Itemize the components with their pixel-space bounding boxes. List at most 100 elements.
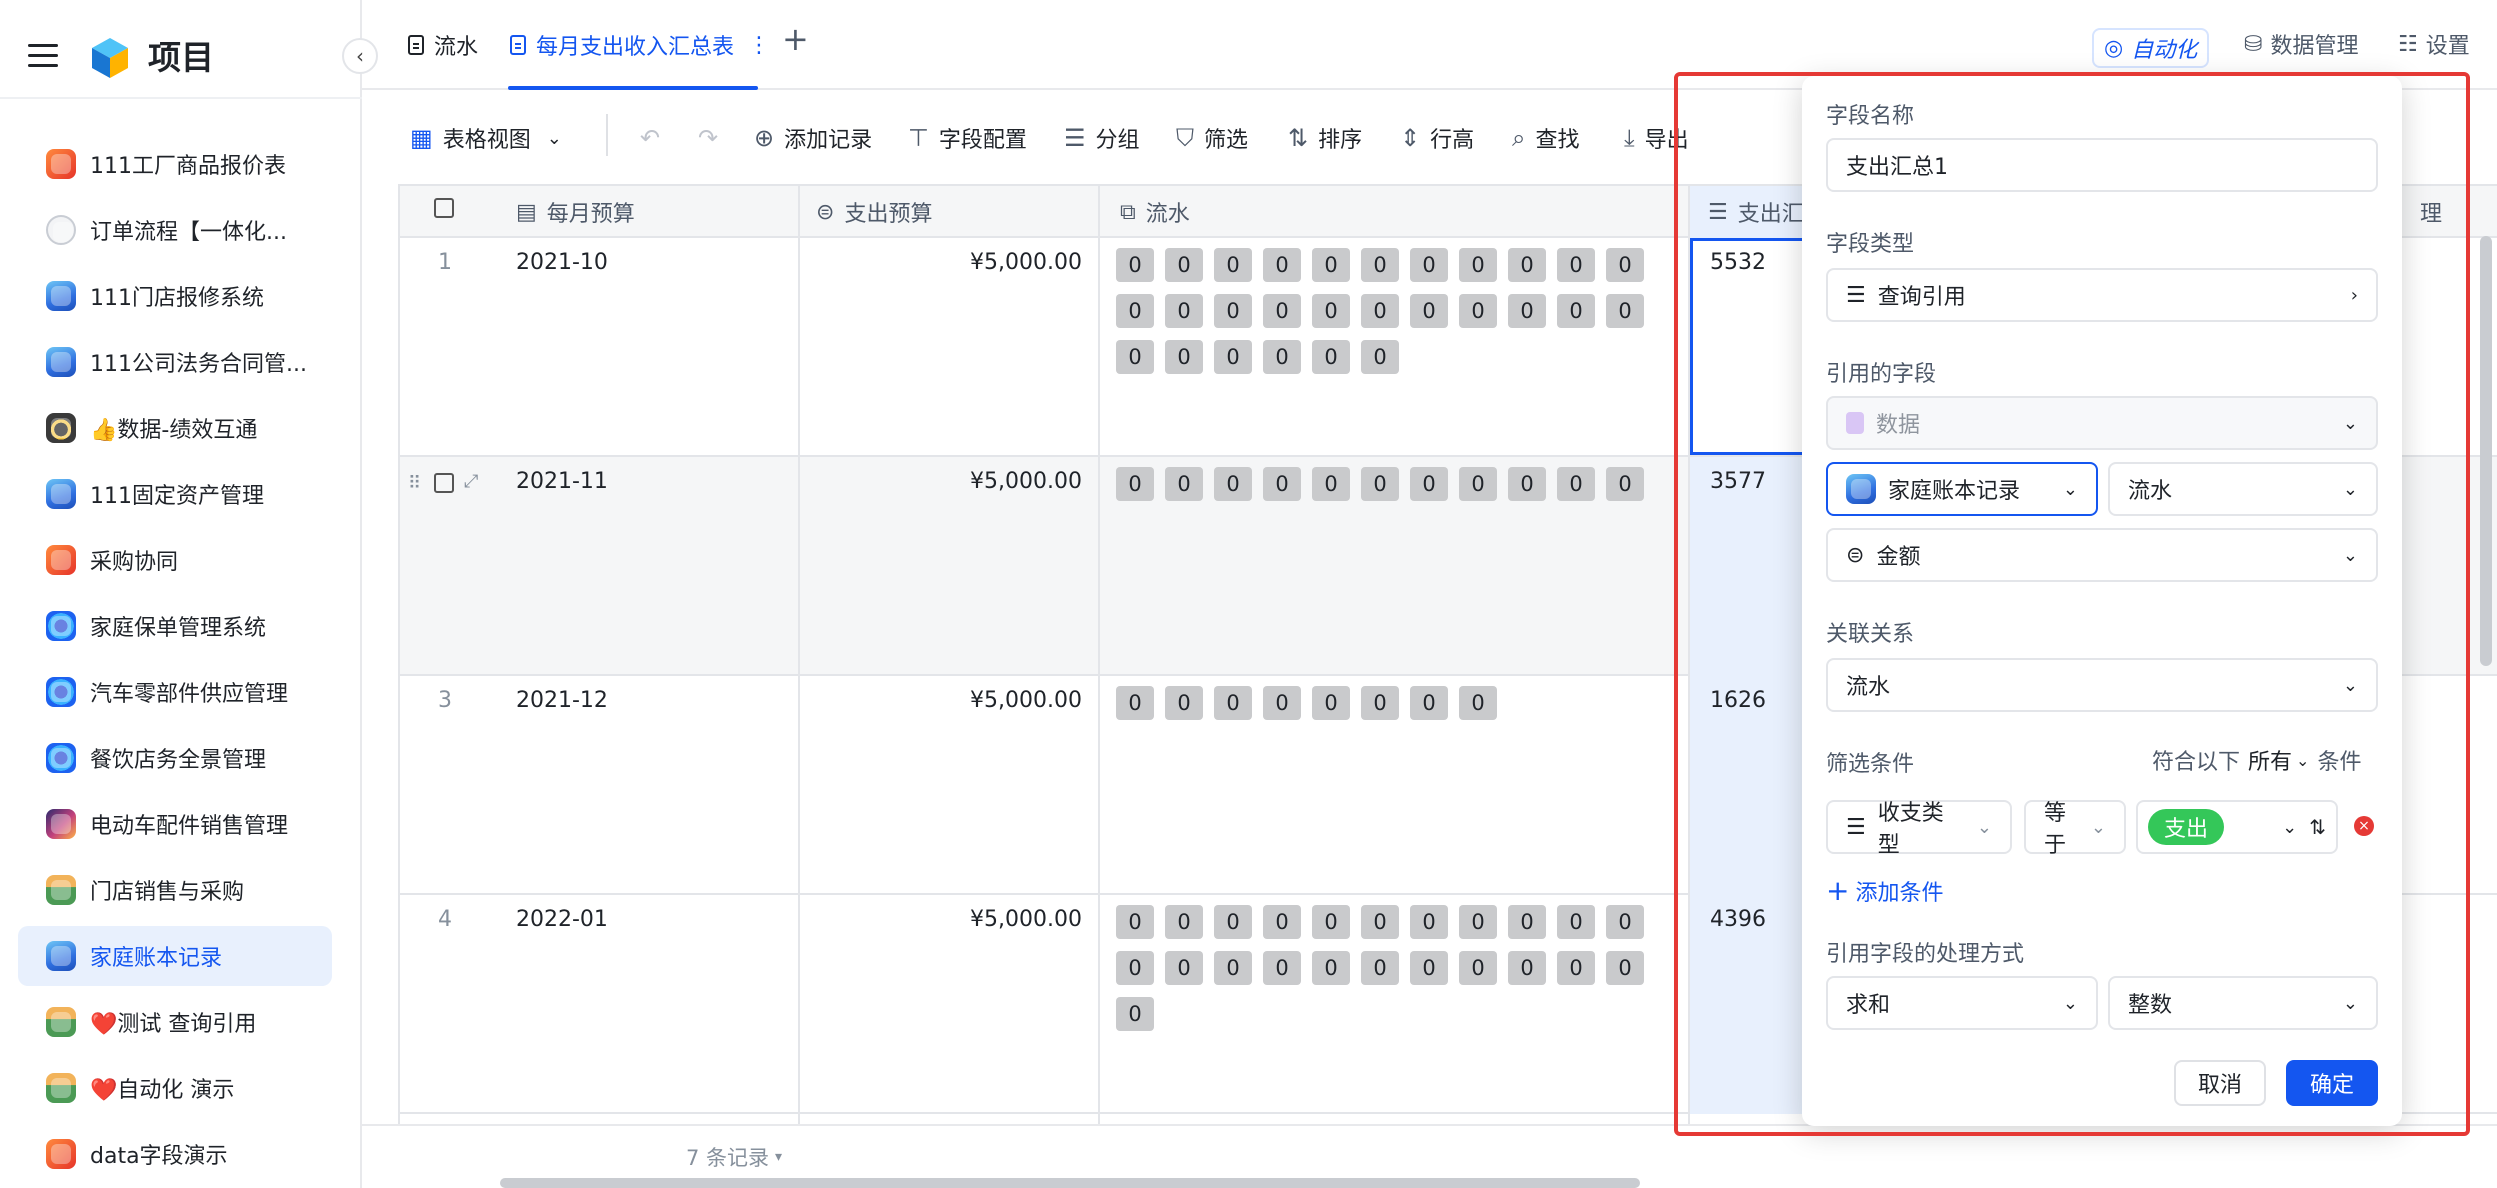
linked-record-chip[interactable]: 0 xyxy=(1606,905,1644,939)
field-name-input[interactable]: 支出汇总1 xyxy=(1826,138,2378,192)
cell-summary[interactable]: 3577 xyxy=(1710,469,1766,494)
cell-budget[interactable]: ¥5,000.00 xyxy=(800,907,1082,932)
linked-record-chip[interactable]: 0 xyxy=(1557,248,1595,282)
column-header-month[interactable]: ▤ 每月预算 xyxy=(516,196,635,228)
linked-record-chip[interactable]: 0 xyxy=(1263,248,1301,282)
cell-month[interactable]: 2021-10 xyxy=(516,250,608,275)
column-header-flow[interactable]: ⧉ 流水 xyxy=(1120,196,1190,228)
swap-icon[interactable]: ⇅ xyxy=(2309,815,2326,839)
automation-button[interactable]: ◎ 自动化 xyxy=(2092,28,2210,68)
linked-record-chip[interactable]: 0 xyxy=(1606,248,1644,282)
cell-month[interactable]: 2022-01 xyxy=(516,907,608,932)
remove-condition-icon[interactable]: × xyxy=(2354,816,2374,836)
settings-button[interactable]: ☷ 设置 xyxy=(2398,28,2470,60)
more-icon[interactable]: ⋮ xyxy=(748,33,770,58)
condition-value-select[interactable]: 支出 ⌄ ⇅ xyxy=(2136,800,2338,854)
linked-record-chip[interactable]: 0 xyxy=(1606,294,1644,328)
linked-record-chip[interactable]: 0 xyxy=(1508,248,1546,282)
linked-record-chip[interactable]: 0 xyxy=(1410,905,1448,939)
sidebar-item[interactable]: 采购协同 xyxy=(18,530,332,590)
linked-record-chip[interactable]: 0 xyxy=(1459,294,1497,328)
linked-record-chip[interactable]: 0 xyxy=(1116,686,1154,720)
linked-record-chip[interactable]: 0 xyxy=(1606,467,1644,501)
expand-row-icon[interactable]: ⤢ xyxy=(464,471,478,492)
linked-record-chip[interactable]: 0 xyxy=(1557,905,1595,939)
linked-record-chip[interactable]: 0 xyxy=(1312,248,1350,282)
cell-month[interactable]: 2021-11 xyxy=(516,469,608,494)
linked-record-chip[interactable]: 0 xyxy=(1361,905,1399,939)
linked-record-chip[interactable]: 0 xyxy=(1361,294,1399,328)
sidebar-item[interactable]: 电动车配件销售管理 xyxy=(18,794,332,854)
drag-handle-icon[interactable]: ⠿ xyxy=(408,473,421,494)
linked-record-chip[interactable]: 0 xyxy=(1459,467,1497,501)
sidebar-item[interactable]: ❤️测试 查询引用 xyxy=(18,992,332,1052)
linked-record-chip[interactable]: 0 xyxy=(1410,467,1448,501)
format-select[interactable]: 整数 ⌄ xyxy=(2108,976,2378,1030)
tab-monthly-summary[interactable]: 每月支出收入汇总表 ⋮ xyxy=(510,28,770,62)
linked-record-chip[interactable]: 0 xyxy=(1214,951,1252,985)
column-header-summary[interactable]: ☰ 支出汇 xyxy=(1690,186,1810,238)
linked-record-chip[interactable]: 0 xyxy=(1410,294,1448,328)
linked-record-chip[interactable]: 0 xyxy=(1459,905,1497,939)
tab-liushui[interactable]: 流水 xyxy=(408,28,478,62)
linked-record-chip[interactable]: 0 xyxy=(1214,340,1252,374)
aggregation-select[interactable]: 求和 ⌄ xyxy=(1826,976,2098,1030)
linked-record-chip[interactable]: 0 xyxy=(1312,467,1350,501)
linked-record-chip[interactable]: 0 xyxy=(1459,248,1497,282)
sidebar-item[interactable]: 餐饮店务全景管理 xyxy=(18,728,332,788)
linked-record-chip[interactable]: 0 xyxy=(1116,997,1154,1031)
vertical-scrollbar[interactable] xyxy=(2480,236,2492,666)
linked-record-chip[interactable]: 0 xyxy=(1263,951,1301,985)
linked-record-chip[interactable]: 0 xyxy=(1165,467,1203,501)
linked-record-chip[interactable]: 0 xyxy=(1214,467,1252,501)
group-button[interactable]: ☰ 分组 xyxy=(1064,122,1140,154)
linked-record-chip[interactable]: 0 xyxy=(1165,686,1203,720)
linked-record-chip[interactable]: 0 xyxy=(1214,686,1252,720)
linked-record-chip[interactable]: 0 xyxy=(1263,294,1301,328)
add-condition-button[interactable]: + 添加条件 xyxy=(1826,874,1943,907)
linked-record-chip[interactable]: 0 xyxy=(1116,340,1154,374)
cell-summary[interactable]: 5532 xyxy=(1710,250,1766,275)
condition-field-select[interactable]: ☰ 收支类型 ⌄ xyxy=(1826,800,2012,858)
condition-operator-select[interactable]: 等于 ⌄ xyxy=(2024,800,2126,858)
sidebar-item[interactable]: 111公司法务合同管... xyxy=(18,332,332,392)
add-tab-button[interactable]: + xyxy=(782,20,809,58)
linked-record-chip[interactable]: 0 xyxy=(1508,905,1546,939)
export-button[interactable]: ⤓ 导出 xyxy=(1624,122,1689,154)
linked-record-chip[interactable]: 0 xyxy=(1361,340,1399,374)
linked-record-chip[interactable]: 0 xyxy=(1459,686,1497,720)
linked-record-chip[interactable]: 0 xyxy=(1116,951,1154,985)
cell-flow-links[interactable]: 0 0 0 0 0 0 0 0 0 0 00 0 0 0 0 0 0 0 0 0 00 0 0 0 0 0 xyxy=(1116,248,1676,386)
column-header-budget[interactable]: ⊜ 支出预算 xyxy=(816,196,932,228)
ref-column-select[interactable]: ⊜ 金额 ⌄ xyxy=(1826,528,2378,582)
sidebar-item[interactable]: 汽车零部件供应管理 xyxy=(18,662,332,722)
linked-record-chip[interactable]: 0 xyxy=(1214,294,1252,328)
linked-record-chip[interactable]: 0 xyxy=(1557,294,1595,328)
linked-record-chip[interactable]: 0 xyxy=(1116,248,1154,282)
menu-icon[interactable] xyxy=(28,44,58,68)
linked-record-chip[interactable]: 0 xyxy=(1116,294,1154,328)
collapse-sidebar-button[interactable]: ‹ xyxy=(342,38,378,74)
confirm-button[interactable]: 确定 xyxy=(2286,1060,2378,1106)
linked-record-chip[interactable]: 0 xyxy=(1508,951,1546,985)
linked-record-chip[interactable]: 0 xyxy=(1361,248,1399,282)
data-manage-button[interactable]: ⛁ 数据管理 xyxy=(2244,28,2358,60)
cell-budget[interactable]: ¥5,000.00 xyxy=(800,250,1082,275)
linked-record-chip[interactable]: 0 xyxy=(1312,905,1350,939)
cell-budget[interactable]: ¥5,000.00 xyxy=(800,688,1082,713)
linked-record-chip[interactable]: 0 xyxy=(1508,467,1546,501)
linked-record-chip[interactable]: 0 xyxy=(1263,686,1301,720)
linked-record-chip[interactable]: 0 xyxy=(1312,951,1350,985)
cell-summary[interactable]: 1626 xyxy=(1710,688,1766,713)
sidebar-item[interactable]: 订单流程【一体化... xyxy=(18,200,332,260)
cell-flow-links[interactable]: 00000000000 xyxy=(1116,467,1676,513)
horizontal-scrollbar[interactable] xyxy=(500,1178,1640,1188)
cell-summary[interactable]: 4396 xyxy=(1710,907,1766,932)
sidebar-item[interactable]: 家庭账本记录 xyxy=(18,926,332,986)
linked-record-chip[interactable]: 0 xyxy=(1312,686,1350,720)
column-header-partial[interactable]: 理 xyxy=(2420,196,2442,228)
ref-source-select[interactable]: 数据 ⌄ xyxy=(1826,396,2378,450)
ref-table-select[interactable]: 家庭账本记录 ⌄ xyxy=(1826,462,2098,516)
row-checkbox[interactable] xyxy=(434,473,454,493)
row-height-button[interactable]: ⇕ 行高 xyxy=(1400,122,1474,154)
